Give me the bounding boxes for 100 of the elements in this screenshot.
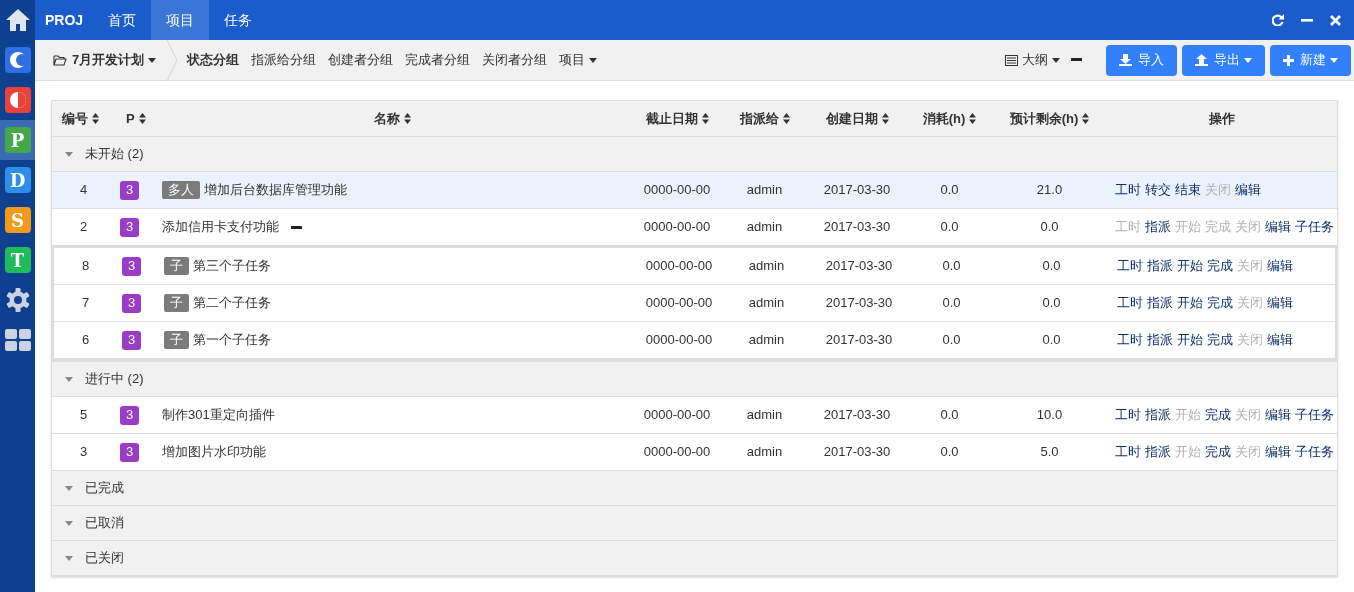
column-header[interactable]: 名称 xyxy=(152,108,632,129)
table-cell-text: 2017-03-30 xyxy=(824,294,894,313)
group-header[interactable]: 已关闭 xyxy=(52,541,1337,576)
toolbar-button[interactable]: 新建 xyxy=(1270,44,1351,76)
caret-icon xyxy=(1244,57,1252,63)
task-name[interactable]: 添加信用卡支付功能 xyxy=(162,217,279,237)
action-link[interactable]: 编辑 xyxy=(1265,405,1291,425)
action-link[interactable]: 编辑 xyxy=(1267,330,1293,350)
minus-icon xyxy=(1071,58,1082,62)
column-header[interactable]: 消耗(h) xyxy=(907,108,992,129)
group-header[interactable]: 进行中 (2) xyxy=(52,362,1337,397)
priority-badge: 3 xyxy=(120,217,139,237)
action-link[interactable]: 结束 xyxy=(1175,180,1201,200)
sort-icon xyxy=(92,113,99,124)
task-name[interactable]: 制作301重定向插件 xyxy=(162,405,275,425)
refresh-button[interactable] xyxy=(1272,14,1284,26)
table-cell-text: 0.0 xyxy=(939,443,960,462)
upload-icon xyxy=(1195,54,1208,66)
action-link[interactable]: 工时 xyxy=(1115,442,1141,462)
group-header[interactable]: 已完成 xyxy=(52,471,1337,506)
table-cell-text: 4 xyxy=(78,181,89,200)
task-name[interactable]: 增加图片水印功能 xyxy=(162,442,266,462)
action-link[interactable]: 编辑 xyxy=(1265,442,1291,462)
priority-badge: 3 xyxy=(122,293,141,313)
column-header[interactable]: 截止日期 xyxy=(632,108,722,129)
column-header[interactable]: 预计剩余(h) xyxy=(992,108,1107,129)
group-tab[interactable]: 完成者分组 xyxy=(399,40,477,80)
action-link: 开始 xyxy=(1175,218,1201,237)
table-cell-text: 0000-00-00 xyxy=(644,294,714,313)
group-tab[interactable]: 项目 xyxy=(553,40,604,80)
group-tab[interactable]: 指派给分组 xyxy=(245,40,323,80)
action-link[interactable]: 编辑 xyxy=(1267,293,1293,313)
column-header[interactable]: 创建日期 xyxy=(807,108,907,129)
group-tab[interactable]: 状态分组 xyxy=(181,40,246,80)
folder-icon xyxy=(53,54,67,66)
table-cell-text: 0.0 xyxy=(1039,218,1060,237)
nav-tab[interactable]: 任务 xyxy=(209,0,268,40)
group-header[interactable]: 未开始 (2) xyxy=(52,137,1337,172)
collapse-button[interactable] xyxy=(1071,58,1082,62)
action-link[interactable]: 编辑 xyxy=(1235,180,1261,200)
action-link[interactable]: 工时 xyxy=(1115,180,1141,200)
sort-icon xyxy=(1082,113,1090,124)
collapse-toggle[interactable] xyxy=(291,225,302,229)
column-header[interactable]: 指派给 xyxy=(722,108,807,129)
action-link[interactable]: 指派 xyxy=(1147,256,1173,276)
action-link[interactable]: 完成 xyxy=(1207,256,1233,276)
nav-tab[interactable]: 首页 xyxy=(93,0,152,40)
column-header[interactable]: P xyxy=(107,108,152,129)
nav-tab[interactable]: 项目 xyxy=(151,0,210,40)
view-dropdown[interactable]: 大纲 xyxy=(1005,50,1060,70)
action-link[interactable]: 完成 xyxy=(1205,405,1231,425)
sort-icon xyxy=(881,113,889,124)
download-icon xyxy=(1119,54,1132,66)
toolbar-button[interactable]: 导入 xyxy=(1106,44,1177,76)
action-link[interactable]: 指派 xyxy=(1147,293,1173,313)
action-link[interactable]: 开始 xyxy=(1177,256,1203,276)
action-link[interactable]: 指派 xyxy=(1145,217,1171,237)
column-header: 操作 xyxy=(1208,109,1236,128)
column-header[interactable]: 编号 xyxy=(52,108,107,129)
action-link: 开始 xyxy=(1175,443,1201,462)
table-cell-text: 21.0 xyxy=(1035,181,1064,200)
task-name[interactable]: 第一个子任务 xyxy=(193,330,271,350)
action-link: 关闭 xyxy=(1205,181,1231,200)
action-link[interactable]: 开始 xyxy=(1177,330,1203,350)
sort-icon xyxy=(969,113,977,124)
app-logo: T xyxy=(4,247,31,273)
group-tab[interactable]: 创建者分组 xyxy=(322,40,400,80)
action-link[interactable]: 子任务 xyxy=(1295,217,1334,237)
action-link[interactable]: 开始 xyxy=(1177,293,1203,313)
action-link: 关闭 xyxy=(1237,331,1263,350)
action-link[interactable]: 完成 xyxy=(1207,330,1233,350)
action-link[interactable]: 完成 xyxy=(1207,293,1233,313)
action-link[interactable]: 编辑 xyxy=(1267,256,1293,276)
task-name[interactable]: 第三个子任务 xyxy=(193,256,271,276)
task-name[interactable]: 增加后台数据库管理功能 xyxy=(204,180,347,200)
home-icon xyxy=(4,8,31,32)
action-link[interactable]: 子任务 xyxy=(1295,405,1334,425)
task-name[interactable]: 第二个子任务 xyxy=(193,293,271,313)
toolbar-button[interactable]: 导出 xyxy=(1182,44,1265,76)
action-link[interactable]: 工时 xyxy=(1115,405,1141,425)
app-logo: S xyxy=(4,207,31,233)
table-cell-text: admin xyxy=(745,181,784,200)
action-link[interactable]: 子任务 xyxy=(1295,442,1334,462)
action-link[interactable]: 指派 xyxy=(1147,330,1173,350)
action-link[interactable]: 工时 xyxy=(1117,330,1143,350)
action-link[interactable]: 编辑 xyxy=(1265,217,1291,237)
action-link[interactable]: 指派 xyxy=(1145,442,1171,462)
action-link[interactable]: 完成 xyxy=(1205,442,1231,462)
action-link[interactable]: 工时 xyxy=(1117,293,1143,313)
group-header[interactable]: 已取消 xyxy=(52,506,1337,541)
project-switcher[interactable]: 7月开发计划 xyxy=(35,40,167,80)
table-cell-text: admin xyxy=(747,294,786,313)
group-tab[interactable]: 关闭者分组 xyxy=(476,40,554,80)
action-link: 工时 xyxy=(1115,218,1141,237)
action-link[interactable]: 工时 xyxy=(1117,256,1143,276)
action-link[interactable]: 转交 xyxy=(1145,180,1171,200)
action-link[interactable]: 指派 xyxy=(1145,405,1171,425)
close-button[interactable] xyxy=(1330,14,1341,26)
table-cell-text: admin xyxy=(745,443,784,462)
table-cell-text: 0.0 xyxy=(1041,294,1062,313)
